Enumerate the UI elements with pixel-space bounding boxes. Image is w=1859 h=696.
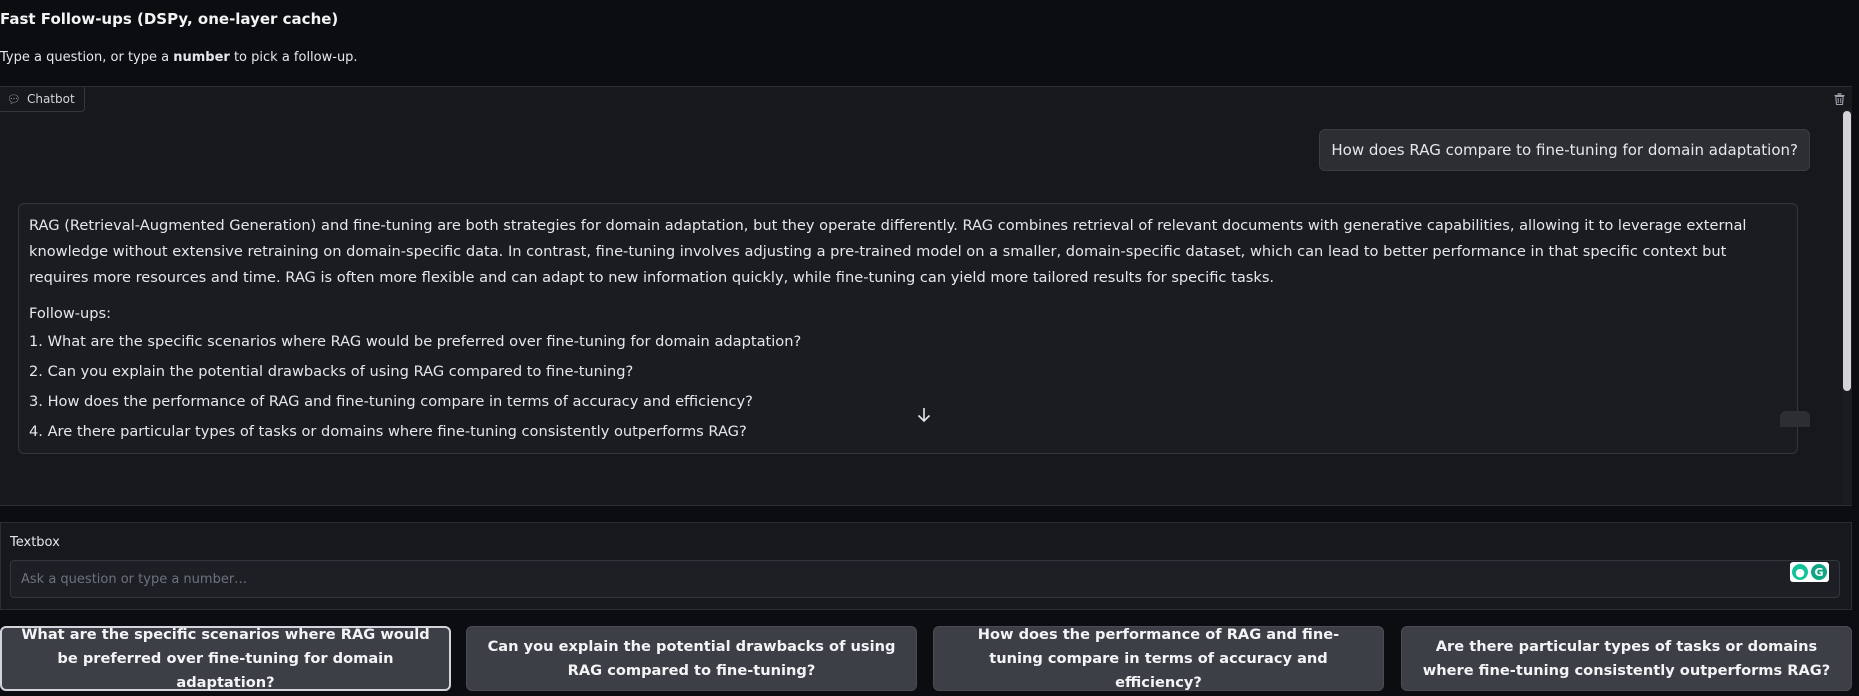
trash-icon [1834, 93, 1844, 105]
followup-button-2[interactable]: Can you explain the potential drawbacks … [466, 626, 917, 691]
grammarly-bulb-icon: ● [1792, 564, 1808, 580]
followup-item: 4. Are there particular types of tasks o… [29, 423, 747, 440]
followup-button-1[interactable]: What are the specific scenarios where RA… [0, 626, 451, 691]
followup-button-4[interactable]: Are there particular types of tasks or d… [1401, 626, 1852, 691]
bot-message: RAG (Retrieval-Augmented Generation) and… [18, 203, 1798, 454]
followup-buttons: What are the specific scenarios where RA… [0, 626, 1852, 691]
chatbot-label: 💬︎ Chatbot [0, 87, 85, 112]
followup-item: 1. What are the specific scenarios where… [29, 333, 802, 350]
followup-button-3[interactable]: How does the performance of RAG and fine… [933, 626, 1384, 691]
message-actions-chip[interactable] [1780, 411, 1810, 427]
grammarly-widget[interactable]: ● G [1790, 562, 1829, 582]
clear-chat-button[interactable] [1830, 90, 1848, 108]
textbox-label: Textbox [10, 535, 60, 550]
bot-answer: RAG (Retrieval-Augmented Generation) and… [29, 217, 1747, 286]
subtitle-suffix: to pick a follow-up. [229, 50, 358, 65]
arrow-down-icon [917, 408, 931, 423]
followup-item: 3. How does the performance of RAG and f… [29, 393, 753, 410]
scroll-to-bottom-button[interactable] [912, 403, 936, 427]
page-title: Fast Follow-ups (DSPy, one-layer cache) [0, 10, 339, 28]
grammarly-g-icon: G [1811, 564, 1827, 580]
question-input[interactable]: Ask a question or type a number… [10, 560, 1840, 598]
followups-title: Follow-ups: [29, 305, 112, 322]
chat-scrollbar-thumb[interactable] [1843, 111, 1851, 391]
user-message: How does RAG compare to fine-tuning for … [1319, 129, 1810, 171]
textbox-panel: Textbox Ask a question or type a number…… [0, 522, 1852, 610]
question-input-placeholder: Ask a question or type a number… [21, 571, 248, 587]
chatbot-panel: 💬︎ Chatbot How does RAG compare to fine-… [0, 86, 1852, 506]
page-subtitle: Type a question, or type a number to pic… [0, 50, 358, 65]
app-root: Fast Follow-ups (DSPy, one-layer cache) … [0, 0, 1859, 696]
subtitle-prefix: Type a question, or type a [0, 50, 174, 65]
followup-item: 2. Can you explain the potential drawbac… [29, 363, 634, 380]
chat-bubble-icon: 💬︎ [7, 92, 21, 106]
chatbot-label-text: Chatbot [26, 92, 75, 106]
subtitle-bold: number [173, 50, 230, 65]
